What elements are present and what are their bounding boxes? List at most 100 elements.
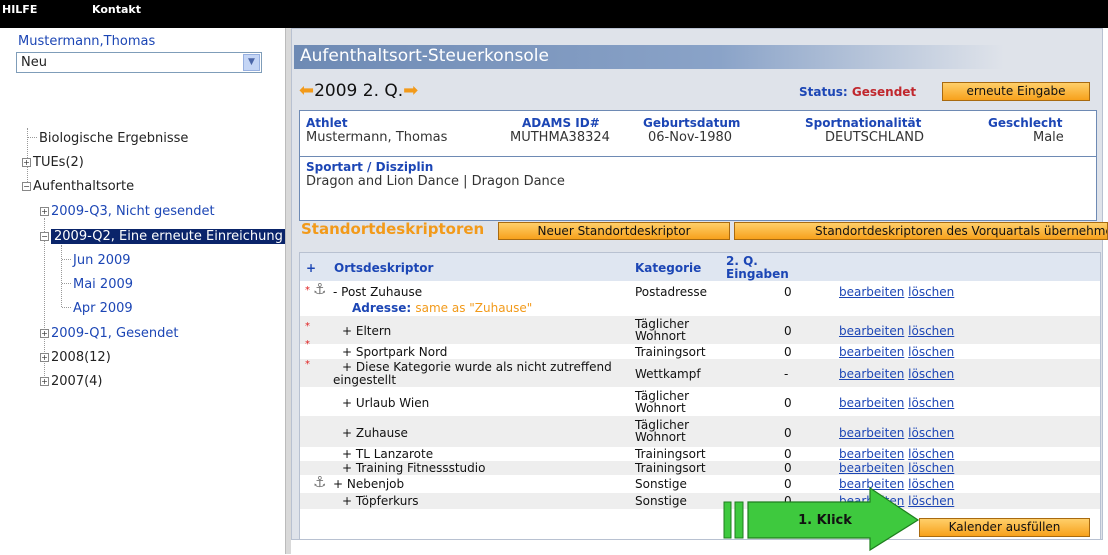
tree-item-q2[interactable]: −2009-Q2, Eine erneute Einreichung is [40,229,285,244]
delete-link[interactable]: löschen [908,396,954,410]
tree-item-aufenthaltsorte[interactable]: − Aufenthaltsorte [22,179,134,194]
tree-item-2007[interactable]: +2007(4) [40,374,103,389]
row-actions: bearbeiten löschen [839,397,954,409]
descriptor-entries: 0 [784,426,792,440]
athlete-label: Athlet [306,116,348,130]
descriptor-name[interactable]: + Sportpark Nord [342,346,447,358]
collapse-icon[interactable]: − [40,232,49,241]
edit-link[interactable]: bearbeiten [839,285,904,299]
table-row: * + Sportpark Nord Trainingsort 0 bearbe… [300,339,1100,359]
expand-icon[interactable]: + [22,158,31,167]
descriptor-entries: 0 [784,396,792,410]
descriptor-name[interactable]: + Urlaub Wien [342,397,429,409]
delete-link[interactable]: löschen [908,285,954,299]
tree-item-label: Biologische Ergebnisse [39,131,189,146]
sport-value: Dragon and Lion Dance | Dragon Dance [306,174,565,189]
expand-icon[interactable]: + [40,207,49,216]
expand-icon[interactable]: + [40,353,49,362]
delete-link[interactable]: löschen [908,426,954,440]
fill-calendar-button[interactable]: Kalender ausfüllen [919,518,1090,537]
table-row: ⚓ + Nebenjob Sonstige 0 bearbeiten lösch… [300,473,1100,493]
status-text: Status: Gesendet [799,85,916,99]
descriptor-name[interactable]: + Training Fitnessstudio [342,462,485,474]
descriptor-name[interactable]: + Eltern [342,325,391,337]
tree-item-q3[interactable]: +2009-Q3, Nicht gesendet [40,204,215,219]
tree-item-apr[interactable]: Apr 2009 [62,301,133,316]
header-name: Ortsdeskriptor [334,261,434,275]
tree-item-label: 2007(4) [51,374,103,389]
status-select[interactable]: Neu ▼ [16,52,262,73]
descriptor-entries: 0 [784,324,792,338]
required-icon: * [305,321,310,332]
tree-connector [62,283,71,284]
tree-item-label: Jun 2009 [73,253,131,268]
descriptor-name[interactable]: + Töpferkurs [342,495,419,507]
table-row: * + Diese Kategorie wurde als nicht zutr… [300,359,1100,387]
descriptor-name[interactable]: + Diese Kategorie wurde als nicht zutref… [333,361,625,387]
expand-icon[interactable]: + [40,329,49,338]
birth-value: 06-Nov-1980 [648,130,733,145]
callout-label: 1. Klick [798,513,852,528]
copy-previous-quarter-button[interactable]: Standortdeskriptoren des Vorquartals übe… [734,222,1108,240]
required-icon: * [305,285,310,296]
edit-link[interactable]: bearbeiten [839,345,904,359]
athlete-value: Mustermann, Thomas [306,130,448,145]
row-actions: bearbeiten löschen [839,427,954,439]
top-menu-bar: HILFE Kontakt [0,0,1108,28]
table-header: + Ortsdeskriptor Kategorie 2. Q. Eingabe… [300,253,1100,281]
adams-label: ADAMS ID# [522,116,600,130]
required-icon: * [305,339,310,350]
tree-item-mai[interactable]: Mai 2009 [62,277,133,292]
delete-link[interactable]: löschen [908,367,954,381]
header-entries-line2: Eingaben [726,267,789,281]
tree-item-bio[interactable]: Biologische Ergebnisse [28,131,188,146]
delete-link[interactable]: löschen [908,345,954,359]
main-panel: Aufenthaltsort-Steuerkonsole ⬅2009 2. Q.… [291,28,1108,554]
collapse-icon[interactable]: − [22,182,31,191]
sidebar [0,28,285,554]
edit-link[interactable]: bearbeiten [839,447,904,461]
edit-link[interactable]: bearbeiten [839,461,904,475]
arrow-left-icon[interactable]: ⬅ [299,80,314,101]
status-value: Gesendet [851,85,917,99]
descriptor-category: Täglicher Wohnort [635,317,690,343]
resubmit-button[interactable]: erneute Eingabe [942,82,1090,101]
edit-link[interactable]: bearbeiten [839,324,904,338]
tree-item-tues[interactable]: + TUEs(2) [22,155,84,170]
new-descriptor-button[interactable]: Neuer Standortdeskriptor [498,222,730,240]
user-name: Mustermann,Thomas [18,34,156,49]
tree-item-q1[interactable]: +2009-Q1, Gesendet [40,326,178,341]
tree-item-label: 2009-Q2, Eine erneute Einreichung is [51,229,285,244]
row-actions: bearbeiten löschen [839,286,954,298]
edit-link[interactable]: bearbeiten [839,367,904,381]
expand-icon[interactable]: + [40,377,49,386]
tree-item-label: 2008(12) [51,350,111,365]
adams-value: MUTHMA38324 [510,130,610,145]
birth-label: Geburtsdatum [643,116,741,130]
descriptor-name[interactable]: + TL Lanzarote [342,448,433,460]
arrow-right-icon[interactable]: ➡ [403,80,418,101]
delete-link[interactable]: löschen [908,324,954,338]
descriptor-name[interactable]: + Zuhause [342,427,408,439]
contact-menu-link[interactable]: Kontakt [92,3,141,16]
edit-link[interactable]: bearbeiten [839,396,904,410]
descriptor-category: Täglicher Wohnort [635,418,690,444]
tree-item-2008[interactable]: +2008(12) [40,350,111,365]
chevron-down-icon[interactable]: ▼ [243,54,260,71]
tree-item-label: Mai 2009 [73,277,134,292]
row-actions: bearbeiten löschen [839,462,954,474]
delete-link[interactable]: löschen [908,461,954,475]
page-title: Aufenthaltsort-Steuerkonsole [294,45,1004,69]
header-category: Kategorie [635,261,702,275]
table-row: + TL Lanzarote Trainingsort 0 bearbeiten… [300,447,1100,461]
delete-link[interactable]: löschen [908,447,954,461]
table-row: + Urlaub Wien Täglicher Wohnort 0 bearbe… [300,387,1100,416]
descriptor-category: Trainingsort [635,345,706,359]
tree-item-jun[interactable]: Jun 2009 [62,253,131,268]
descriptor-name[interactable]: - Post Zuhause [333,286,422,298]
edit-link[interactable]: bearbeiten [839,426,904,440]
help-menu-link[interactable]: HILFE [2,3,37,16]
divider [300,156,1096,157]
descriptor-name[interactable]: + Nebenjob [333,478,404,490]
descriptor-entries: 0 [784,447,792,461]
